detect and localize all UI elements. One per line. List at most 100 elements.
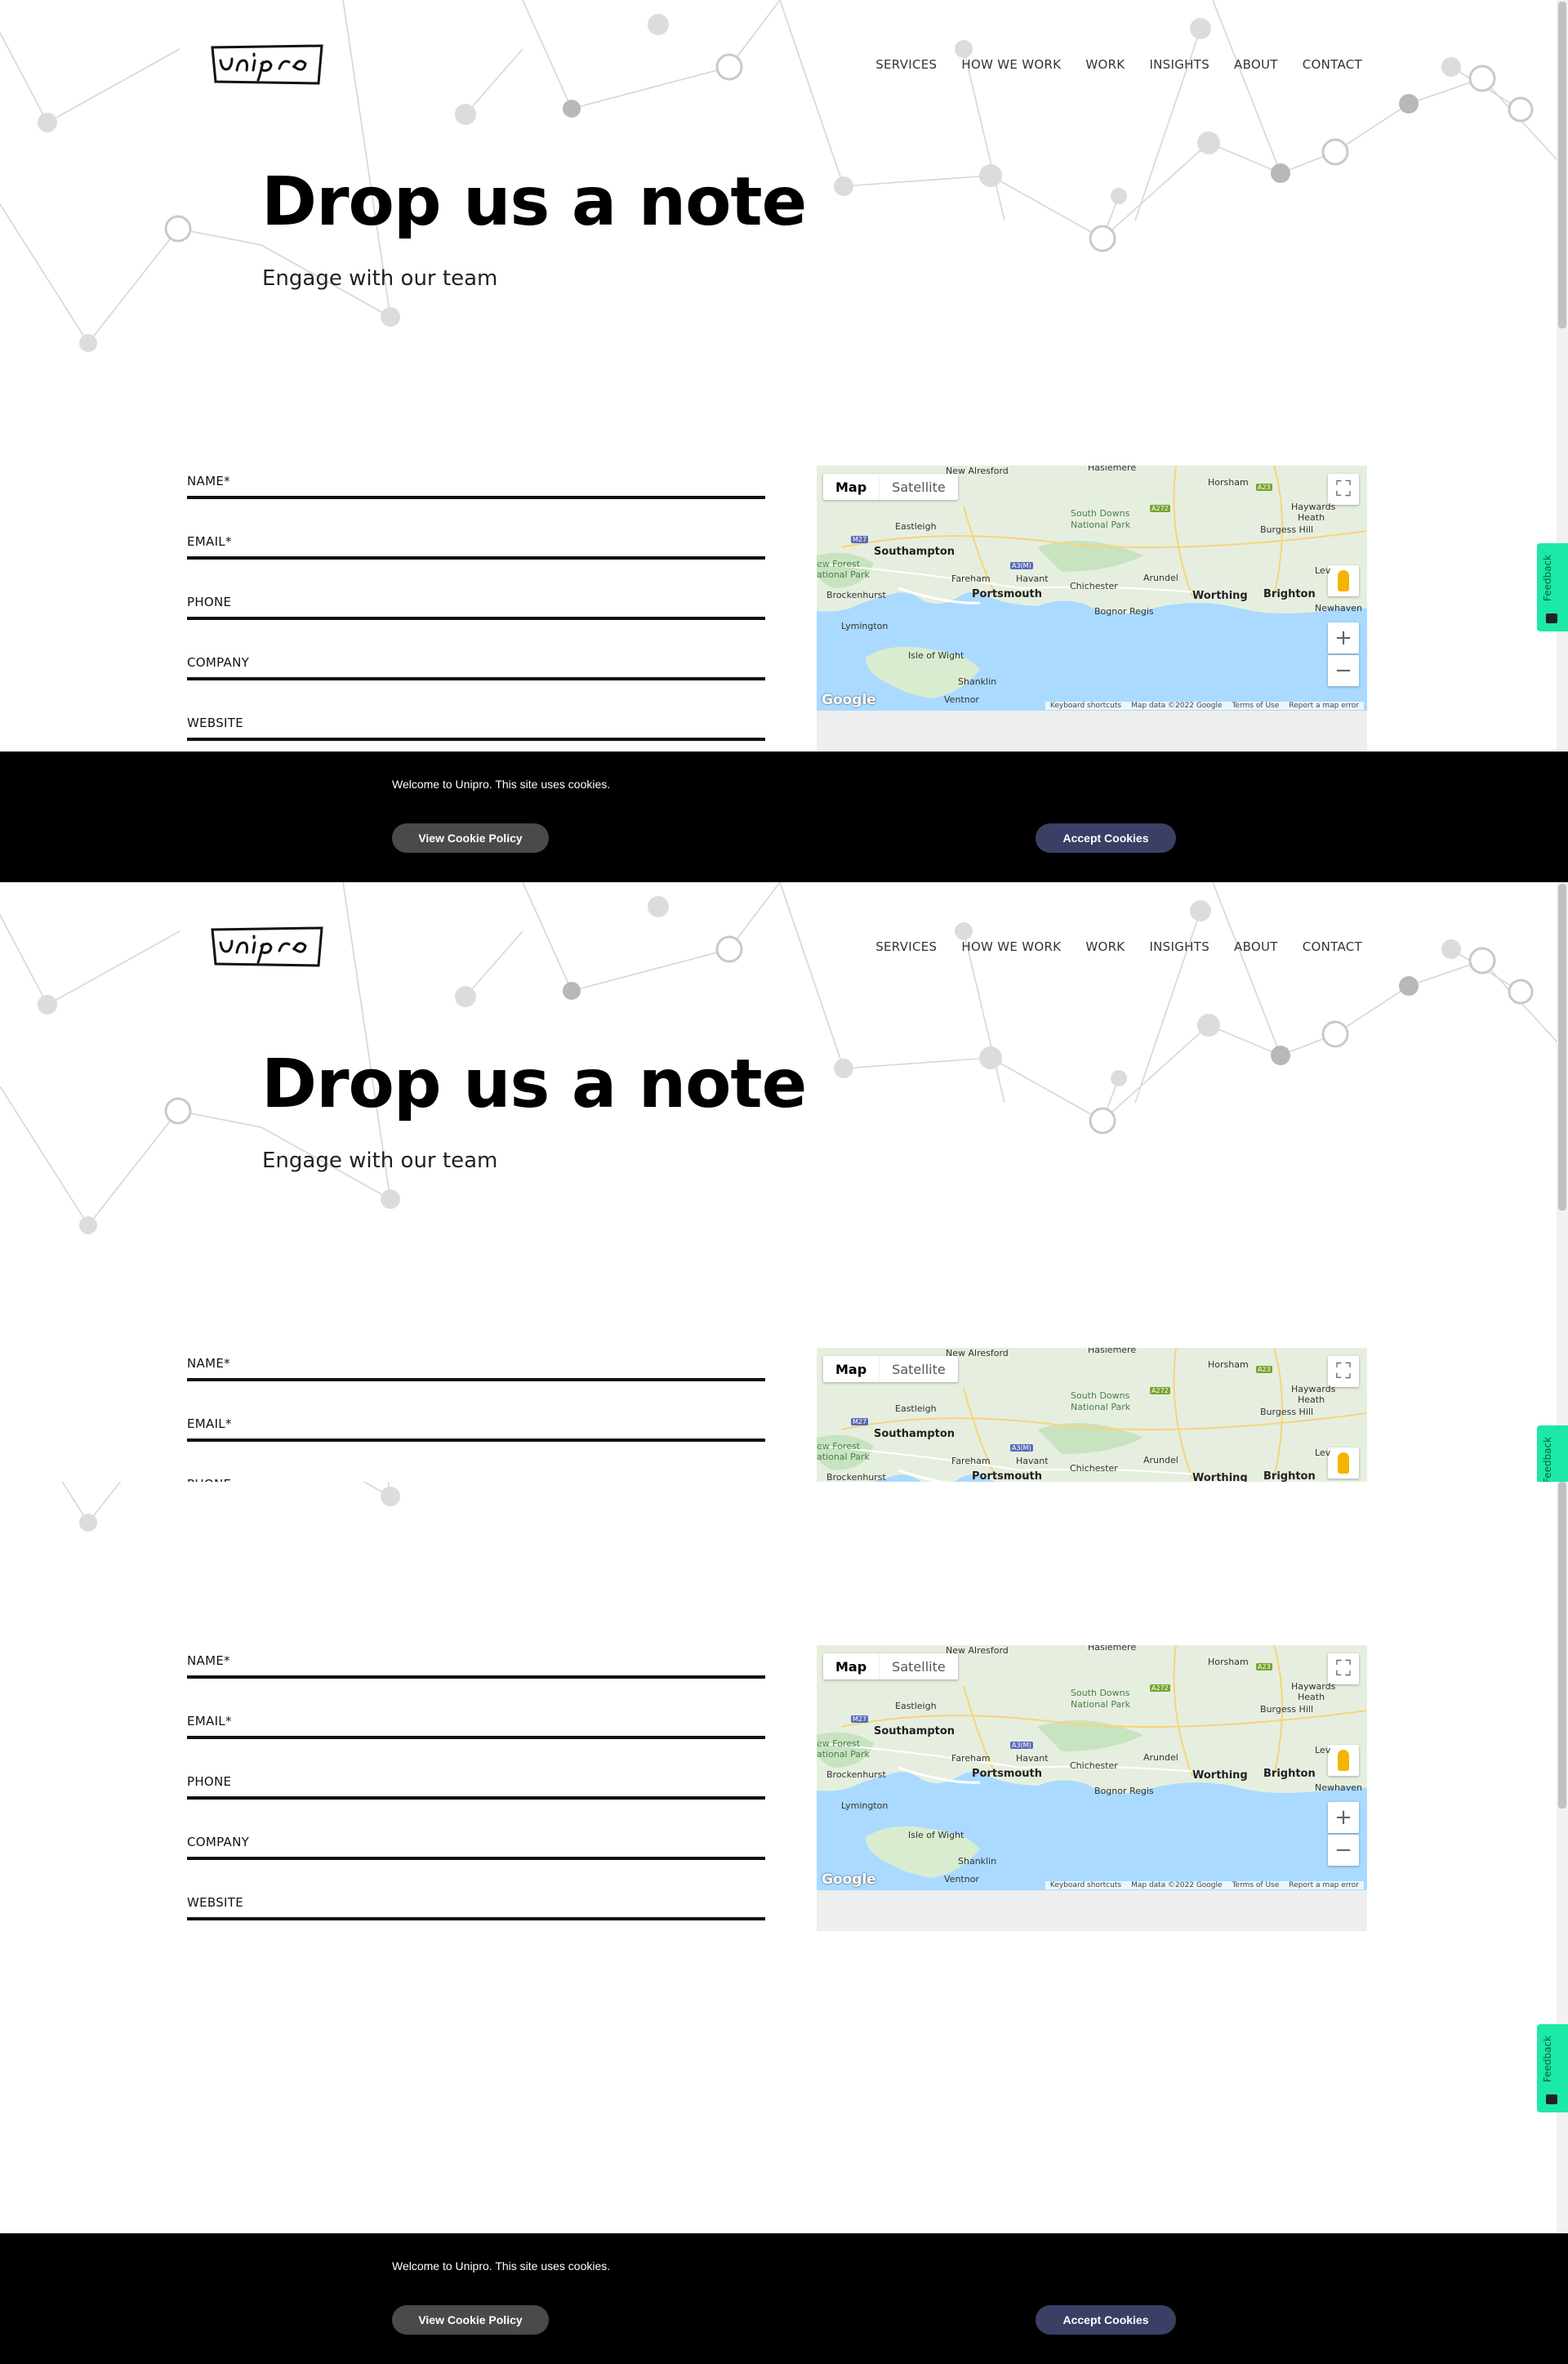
fullscreen-icon[interactable]: ⛶ [1328, 1653, 1359, 1684]
cookie-banner: Welcome to Unipro. This site uses cookie… [0, 2233, 1568, 2364]
cookie-message: Welcome to Unipro. This site uses cookie… [392, 778, 611, 791]
map-label: Haywards [1291, 502, 1336, 512]
name-field[interactable]: NAME* [187, 1349, 765, 1410]
google-logo: Google [822, 1871, 876, 1888]
map-label: ew Forest [817, 559, 861, 569]
phone-underline [187, 617, 765, 620]
map-footer: Google Keyboard shortcuts Map data ©2022… [817, 1871, 1367, 1890]
feedback-icon [1546, 613, 1557, 623]
pegman-icon[interactable] [1328, 1745, 1359, 1776]
google-map[interactable]: Map Satellite ⛶ + − New Alresford Haslem… [817, 1645, 1367, 1890]
report-map-error-link[interactable]: Report a map error [1289, 702, 1359, 710]
phone-field[interactable]: PHONE [187, 1768, 765, 1828]
feedback-icon [1546, 2094, 1557, 2104]
nav-item-about[interactable]: ABOUT [1234, 939, 1278, 954]
name-underline [187, 1378, 765, 1381]
map-label: ew Forest [817, 1738, 861, 1749]
map-label: Fareham [951, 1753, 991, 1764]
nav-item-insights[interactable]: INSIGHTS [1149, 939, 1209, 954]
map-label: Brighton [1263, 1768, 1316, 1780]
company-underline [187, 677, 765, 680]
map-type-map[interactable]: Map [823, 1653, 879, 1679]
email-field[interactable]: EMAIL* [187, 1410, 765, 1470]
email-field[interactable]: EMAIL* [187, 528, 765, 588]
accept-cookies-button[interactable]: Accept Cookies [1036, 823, 1176, 853]
road-badge: M27 [851, 1418, 869, 1425]
scrollbar-thumb[interactable] [1558, 1482, 1566, 1809]
scrollbar-thumb[interactable] [1558, 2, 1566, 328]
map-type-satellite[interactable]: Satellite [879, 474, 958, 500]
map-type-satellite[interactable]: Satellite [879, 1356, 958, 1382]
map-attribution: Keyboard shortcuts Map data ©2022 Google… [1045, 702, 1364, 710]
nav-item-work[interactable]: WORK [1085, 57, 1125, 72]
nav-item-how-we-work[interactable]: HOW WE WORK [961, 57, 1061, 72]
fullscreen-icon[interactable]: ⛶ [1328, 1356, 1359, 1387]
map-label: New Alresford [946, 1348, 1009, 1358]
company-field[interactable]: COMPANY [187, 1828, 765, 1889]
scrollbar[interactable] [1557, 1482, 1568, 2364]
nav-item-work[interactable]: WORK [1085, 939, 1125, 954]
nav-item-how-we-work[interactable]: HOW WE WORK [961, 939, 1061, 954]
terms-of-use-link[interactable]: Terms of Use [1232, 702, 1280, 710]
road-badge: A23 [1256, 1366, 1272, 1373]
map-footer: Google Keyboard shortcuts Map data ©2022… [817, 692, 1367, 711]
zoom-in-button[interactable]: + [1328, 1802, 1359, 1833]
fullscreen-icon[interactable]: ⛶ [1328, 474, 1359, 505]
keyboard-shortcuts-link[interactable]: Keyboard shortcuts [1050, 1881, 1121, 1889]
feedback-tab[interactable]: Feedback [1537, 2024, 1568, 2112]
terms-of-use-link[interactable]: Terms of Use [1232, 1881, 1280, 1889]
nav-item-services[interactable]: SERVICES [875, 939, 937, 954]
map-label: Fareham [951, 1456, 991, 1466]
accept-cookies-button[interactable]: Accept Cookies [1036, 2305, 1176, 2335]
name-field[interactable]: NAME* [187, 1647, 765, 1707]
road-badge: A23 [1256, 1663, 1272, 1670]
website-field[interactable]: WEBSITE [187, 1889, 765, 1949]
map-type-satellite[interactable]: Satellite [879, 1653, 958, 1679]
keyboard-shortcuts-link[interactable]: Keyboard shortcuts [1050, 702, 1121, 710]
map-label: Lev [1315, 1447, 1331, 1458]
view-cookie-policy-button[interactable]: View Cookie Policy [392, 2305, 549, 2335]
map-type-map[interactable]: Map [823, 1356, 879, 1382]
page-subtitle: Engage with our team [262, 266, 498, 291]
map-type-toggle[interactable]: Map Satellite [823, 474, 958, 500]
zoom-in-button[interactable]: + [1328, 622, 1359, 653]
map-type-toggle[interactable]: Map Satellite [823, 1653, 958, 1679]
phone-label: PHONE [187, 1774, 232, 1789]
email-field[interactable]: EMAIL* [187, 1707, 765, 1768]
map-label: Havant [1016, 573, 1049, 584]
road-badge: A272 [1150, 1684, 1170, 1692]
map-label: Haslemere [1088, 1348, 1137, 1355]
company-field[interactable]: COMPANY [187, 649, 765, 709]
scrollbar-thumb[interactable] [1558, 884, 1566, 1211]
pegman-icon[interactable] [1328, 1447, 1359, 1479]
name-field[interactable]: NAME* [187, 467, 765, 528]
google-map[interactable]: Map Satellite ⛶ + − New Alresford Haslem… [817, 466, 1367, 711]
scrollbar[interactable] [1557, 0, 1568, 882]
pegman-icon[interactable] [1328, 565, 1359, 596]
map-label: Heath [1298, 1394, 1325, 1405]
nav-item-about[interactable]: ABOUT [1234, 57, 1278, 72]
map-attribution: Keyboard shortcuts Map data ©2022 Google… [1045, 1881, 1364, 1889]
map-label: Shanklin [958, 1856, 997, 1867]
report-map-error-link[interactable]: Report a map error [1289, 1881, 1359, 1889]
map-label: Horsham [1208, 477, 1249, 488]
nav-item-services[interactable]: SERVICES [875, 57, 937, 72]
map-type-map[interactable]: Map [823, 474, 879, 500]
view-cookie-policy-button[interactable]: View Cookie Policy [392, 823, 549, 853]
unipro-logo[interactable] [209, 925, 325, 969]
map-label: Eastleigh [895, 1403, 937, 1414]
feedback-tab[interactable]: Feedback [1537, 543, 1568, 631]
map-label: Arundel [1143, 573, 1178, 583]
nav-item-contact[interactable]: CONTACT [1303, 57, 1362, 72]
nav-item-insights[interactable]: INSIGHTS [1149, 57, 1209, 72]
zoom-out-button[interactable]: − [1328, 655, 1359, 686]
map-type-toggle[interactable]: Map Satellite [823, 1356, 958, 1382]
website-underline [187, 1917, 765, 1920]
map-label: Burgess Hill [1260, 1407, 1313, 1417]
zoom-out-button[interactable]: − [1328, 1835, 1359, 1866]
map-label: Lev [1315, 565, 1331, 576]
nav-item-contact[interactable]: CONTACT [1303, 939, 1362, 954]
unipro-logo[interactable] [209, 42, 325, 87]
map-label: Chichester [1070, 581, 1118, 591]
phone-field[interactable]: PHONE [187, 588, 765, 649]
